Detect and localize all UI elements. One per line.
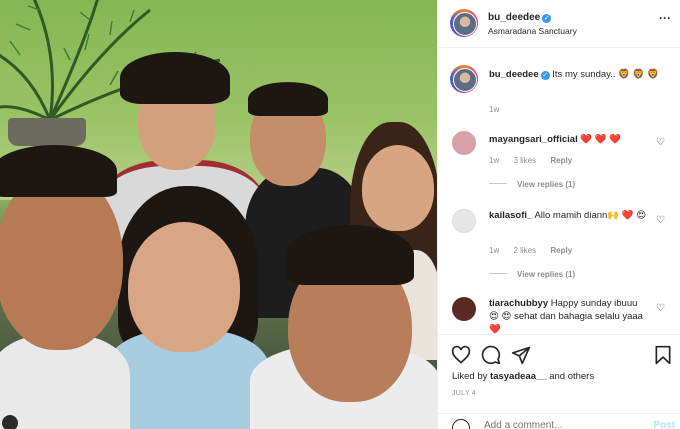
add-comment-input[interactable] (484, 420, 634, 429)
post-photo[interactable] (0, 0, 437, 429)
more-options-icon[interactable]: ··· (659, 11, 671, 25)
comment-likes[interactable]: 3 likes (513, 156, 536, 165)
caption-text: Its my sunday.. (552, 69, 616, 80)
comment-meta: 1w 3 likes Reply (489, 156, 573, 165)
comment-icon[interactable] (481, 345, 501, 365)
comment-like-icon[interactable]: ♡ (656, 215, 665, 226)
reply-button[interactable]: Reply (550, 246, 572, 255)
divider (489, 183, 507, 184)
comment-like-icon[interactable]: ♡ (656, 137, 665, 148)
caption-avatar[interactable] (450, 65, 478, 93)
author-avatar[interactable] (450, 9, 478, 37)
comment-text: mayangsari_official ❤️ ❤️ ❤️ (489, 134, 622, 145)
liked-by: Liked by tasyadeaa__ and others (452, 371, 595, 382)
liked-by-others[interactable]: and others (549, 371, 594, 382)
author-username[interactable]: bu_deedee ✓ (488, 12, 552, 23)
caption-username[interactable]: bu_deedee (489, 69, 539, 80)
view-replies-button[interactable]: View replies (1) (489, 180, 575, 189)
liked-by-user[interactable]: tasyadeaa__ (490, 371, 547, 382)
commenter-avatar[interactable] (452, 131, 476, 155)
comment-likes[interactable]: 2 likes (513, 246, 536, 255)
caption: bu_deedee ✓ Its my sunday.. 🦁 🦁 🦁 (489, 68, 669, 81)
post-date[interactable]: JULY 4 (452, 390, 476, 397)
post-comment-button[interactable]: Post (653, 420, 675, 429)
post-header: bu_deedee ✓ Asmaradana Sanctuary ··· (438, 0, 680, 48)
divider (489, 273, 507, 274)
caption-time: 1w (489, 105, 500, 114)
tag-indicator-icon[interactable] (2, 415, 18, 429)
comment-text: tiarachubbyy Happy sunday ibuuu 😍 😍 seha… (489, 298, 643, 334)
verified-badge-icon: ✓ (540, 71, 550, 80)
post-actions: Liked by tasyadeaa__ and others JULY 4 P… (438, 334, 680, 429)
view-replies-button[interactable]: View replies (1) (489, 270, 575, 279)
heart-icon[interactable] (451, 345, 471, 365)
share-icon[interactable] (511, 345, 531, 365)
comment-like-icon[interactable]: ♡ (656, 303, 665, 314)
comment-text: kailasofi_ Allo mamih diann🙌 ❤️ 😍 (489, 210, 647, 221)
verified-badge-icon: ✓ (542, 14, 552, 23)
post-location[interactable]: Asmaradana Sanctuary (488, 26, 577, 36)
emoji-icon[interactable] (452, 419, 470, 429)
reply-button[interactable]: Reply (550, 156, 572, 165)
comments-scroll[interactable]: bu_deedee ✓ Its my sunday.. 🦁 🦁 🦁 1w maya… (438, 49, 680, 334)
commenter-username[interactable]: tiarachubbyy (489, 298, 548, 309)
plant-pot (8, 118, 86, 146)
add-comment-bar: Post (438, 413, 680, 429)
bookmark-icon[interactable] (653, 345, 673, 365)
comment-meta: 1w 2 likes Reply (489, 246, 573, 255)
commenter-username[interactable]: mayangsari_official (489, 134, 578, 145)
caption-emoji: 🦁 🦁 🦁 (618, 69, 659, 80)
commenter-username[interactable]: kailasofi_ (489, 210, 532, 221)
commenter-avatar[interactable] (452, 209, 476, 233)
commenter-avatar[interactable] (452, 297, 476, 321)
post-detail-panel: bu_deedee ✓ Asmaradana Sanctuary ··· bu_d… (437, 0, 680, 429)
